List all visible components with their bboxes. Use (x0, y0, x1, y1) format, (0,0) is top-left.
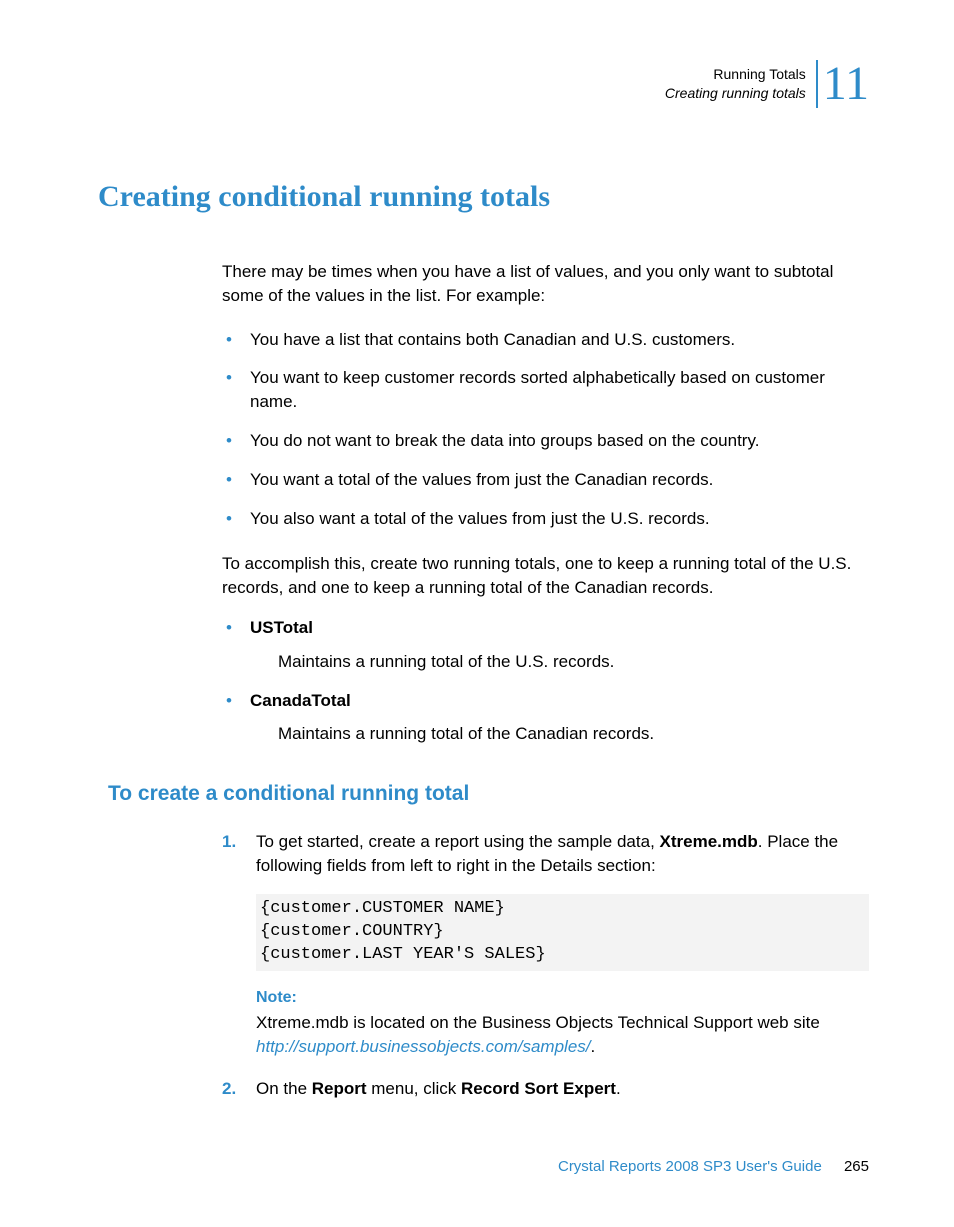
bullet-list-example: You have a list that contains both Canad… (222, 328, 869, 531)
def-desc: Maintains a running total of the U.S. re… (278, 650, 869, 674)
note-post: . (591, 1037, 596, 1056)
step-bold: Report (312, 1079, 367, 1098)
definition-list: USTotal Maintains a running total of the… (222, 616, 869, 746)
heading-sub: To create a conditional running total (108, 782, 869, 806)
step-text: To get started, create a report using th… (256, 832, 660, 851)
list-item: You also want a total of the values from… (222, 507, 869, 531)
list-item: You want a total of the values from just… (222, 468, 869, 492)
transition-paragraph: To accomplish this, create two running t… (222, 552, 869, 600)
list-item: You have a list that contains both Canad… (222, 328, 869, 352)
note-label: Note: (256, 987, 869, 1009)
heading-main: Creating conditional running totals (98, 180, 869, 214)
code-block: {customer.CUSTOMER NAME} {customer.COUNT… (256, 894, 869, 971)
note-text: Xtreme.mdb is located on the Business Ob… (256, 1011, 869, 1059)
list-item: CanadaTotal Maintains a running total of… (222, 689, 869, 747)
def-name: CanadaTotal (250, 691, 351, 710)
chapter-number: 11 (823, 60, 869, 108)
def-desc: Maintains a running total of the Canadia… (278, 722, 869, 746)
note-link[interactable]: http://support.businessobjects.com/sampl… (256, 1037, 591, 1056)
header-title: Running Totals (665, 65, 806, 84)
header-subtitle: Creating running totals (665, 84, 806, 103)
steps-list: To get started, create a report using th… (222, 830, 869, 1100)
step-item: To get started, create a report using th… (222, 830, 869, 1058)
page-footer: Crystal Reports 2008 SP3 User's Guide 26… (558, 1158, 869, 1175)
step-text: menu, click (367, 1079, 461, 1098)
intro-paragraph: There may be times when you have a list … (222, 260, 869, 308)
def-name: USTotal (250, 618, 313, 637)
step-item: On the Report menu, click Record Sort Ex… (222, 1077, 869, 1101)
step-bold: Xtreme.mdb (660, 832, 758, 851)
list-item: You do not want to break the data into g… (222, 429, 869, 453)
header-divider (816, 60, 818, 108)
step-bold: Record Sort Expert (461, 1079, 616, 1098)
list-item: USTotal Maintains a running total of the… (222, 616, 869, 674)
page-header: Running Totals Creating running totals 1… (98, 60, 869, 108)
footer-page-number: 265 (844, 1158, 869, 1175)
list-item: You want to keep customer records sorted… (222, 366, 869, 414)
note-pre: Xtreme.mdb is located on the Business Ob… (256, 1013, 820, 1032)
step-text: On the (256, 1079, 312, 1098)
footer-title: Crystal Reports 2008 SP3 User's Guide (558, 1158, 822, 1175)
step-text: . (616, 1079, 621, 1098)
